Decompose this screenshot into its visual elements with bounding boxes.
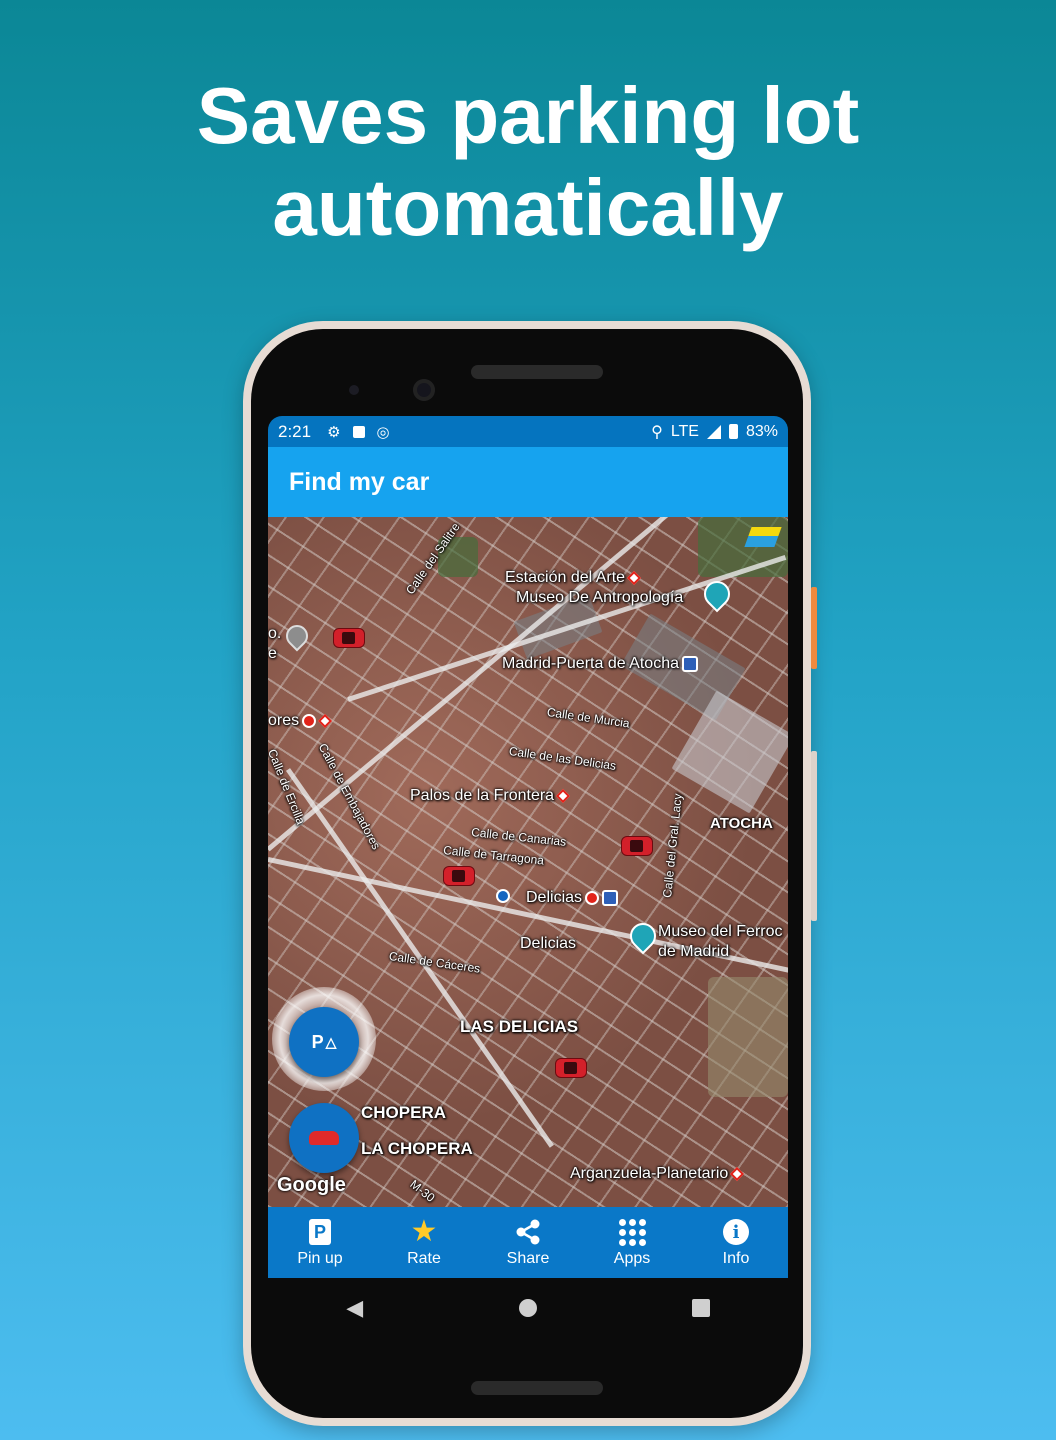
place-pin-icon[interactable]	[281, 620, 313, 652]
train-icon	[682, 655, 698, 672]
back-button[interactable]: ◀	[335, 1295, 375, 1321]
nav-label: Pin up	[297, 1250, 343, 1267]
app-bar: Find my car	[268, 447, 788, 517]
network-type: LTE	[670, 422, 699, 440]
battery-icon	[728, 424, 738, 439]
nav-apps[interactable]: Apps	[580, 1207, 684, 1278]
google-logo: Google	[277, 1174, 346, 1196]
signal-icon	[706, 424, 721, 439]
bottom-navigation: P Pin up ★ Rate Share Apps i Info	[268, 1207, 788, 1278]
map-label: Calle de Murcia	[546, 705, 631, 731]
location-icon: ⚲	[651, 423, 663, 441]
open-ground	[708, 977, 788, 1097]
home-button[interactable]	[508, 1299, 548, 1317]
map-label: Museo del Ferroc	[658, 923, 783, 940]
star-icon: ★	[410, 1215, 438, 1248]
status-time: 2:21	[278, 421, 312, 441]
map-label: Delicias	[526, 889, 619, 907]
headline-line-2: automatically	[272, 163, 784, 252]
map-label: Madrid-Puerta de Atocha	[502, 655, 698, 673]
parking-icon: P	[311, 1031, 324, 1052]
metro-diamond-icon	[627, 570, 642, 585]
home-icon	[518, 1299, 537, 1317]
nav-label: Info	[722, 1250, 750, 1267]
share-icon	[516, 1219, 540, 1245]
map-label: Calle del Gral. Lacy	[660, 792, 685, 899]
map-label: Calle de Canarias	[470, 825, 567, 849]
apps-grid-icon	[618, 1218, 646, 1246]
nav-share[interactable]: Share	[476, 1207, 580, 1278]
status-right: ⚲ LTE 83%	[651, 422, 778, 442]
map-label: Calle de Tarragona	[442, 843, 545, 868]
recents-icon	[692, 1299, 711, 1317]
map-label: Calle de Cáceres	[388, 949, 482, 976]
parked-car-icon[interactable]	[334, 629, 364, 647]
map-label: Calle de las Delicias	[508, 744, 617, 773]
district-label: CHOPERA	[361, 1103, 447, 1122]
headline: Saves parking lot automatically	[0, 70, 1056, 254]
my-location-icon	[496, 889, 510, 903]
status-bar: 2:21 ⚙ ◎ ⚲ LTE 83%	[268, 416, 788, 447]
nav-label: Rate	[407, 1250, 441, 1267]
earpiece-speaker	[471, 365, 603, 379]
map-label: de Madrid	[658, 943, 730, 960]
save-parking-button[interactable]: P △	[289, 1007, 359, 1077]
settings-icon: ⚙	[327, 423, 341, 441]
district-label: LAS DELICIAS	[460, 1017, 579, 1036]
car-icon	[309, 1131, 339, 1145]
info-icon: i	[723, 1219, 749, 1245]
metro-diamond-icon	[730, 1166, 745, 1181]
metro-diamond-icon	[556, 788, 571, 803]
map-label: Estación del Arte	[505, 569, 642, 587]
power-button	[811, 587, 817, 669]
recents-button[interactable]	[681, 1299, 721, 1317]
district-label: LA CHOPERA	[361, 1139, 473, 1158]
map-label: M-30	[407, 1177, 438, 1205]
museum-pin-icon[interactable]	[624, 917, 662, 955]
map-label: Museo De Antropología	[516, 589, 684, 606]
volume-button	[811, 751, 817, 921]
map-label-cut: o.	[268, 625, 282, 642]
nav-label: Apps	[613, 1250, 651, 1267]
nav-label: Share	[506, 1250, 550, 1267]
map-label: Delicias	[520, 935, 577, 952]
find-car-button[interactable]	[289, 1103, 359, 1173]
bottom-speaker	[471, 1381, 603, 1395]
system-navigation: ◀	[268, 1278, 788, 1338]
map-label-cut: ores	[268, 712, 333, 730]
headline-line-1: Saves parking lot	[196, 71, 860, 160]
metro-icon	[585, 890, 600, 905]
app-title: Find my car	[289, 467, 430, 496]
nav-rate[interactable]: ★ Rate	[372, 1207, 476, 1278]
nav-info[interactable]: i Info	[684, 1207, 788, 1278]
battery-percent: 83%	[745, 422, 778, 440]
train-icon	[602, 889, 619, 906]
parked-car-icon[interactable]	[556, 1059, 586, 1077]
parking-pin-icon: P	[309, 1219, 331, 1245]
app-screen: 2:21 ⚙ ◎ ⚲ LTE 83% Find my car Calle del…	[268, 416, 788, 1278]
parked-car-icon[interactable]	[622, 837, 652, 855]
parked-car-icon[interactable]	[444, 867, 474, 885]
nav-pin-up[interactable]: P Pin up	[268, 1207, 372, 1278]
front-camera	[413, 379, 435, 401]
sensor	[349, 385, 359, 395]
a-icon	[352, 425, 365, 438]
sync-icon: ◎	[376, 423, 390, 441]
atocha-platforms	[671, 690, 788, 814]
metro-icon	[302, 713, 317, 728]
warning-triangle-icon: △	[325, 1033, 337, 1050]
map-label-cut: e	[268, 645, 277, 662]
metro-diamond-icon	[318, 713, 333, 728]
map-label: Arganzuela-Planetario	[570, 1165, 745, 1183]
district-label: ATOCHA	[710, 815, 773, 832]
map-view[interactable]: Calle del Salitre Estación del Arte Muse…	[268, 517, 788, 1207]
map-label: Palos de la Frontera	[410, 787, 571, 805]
